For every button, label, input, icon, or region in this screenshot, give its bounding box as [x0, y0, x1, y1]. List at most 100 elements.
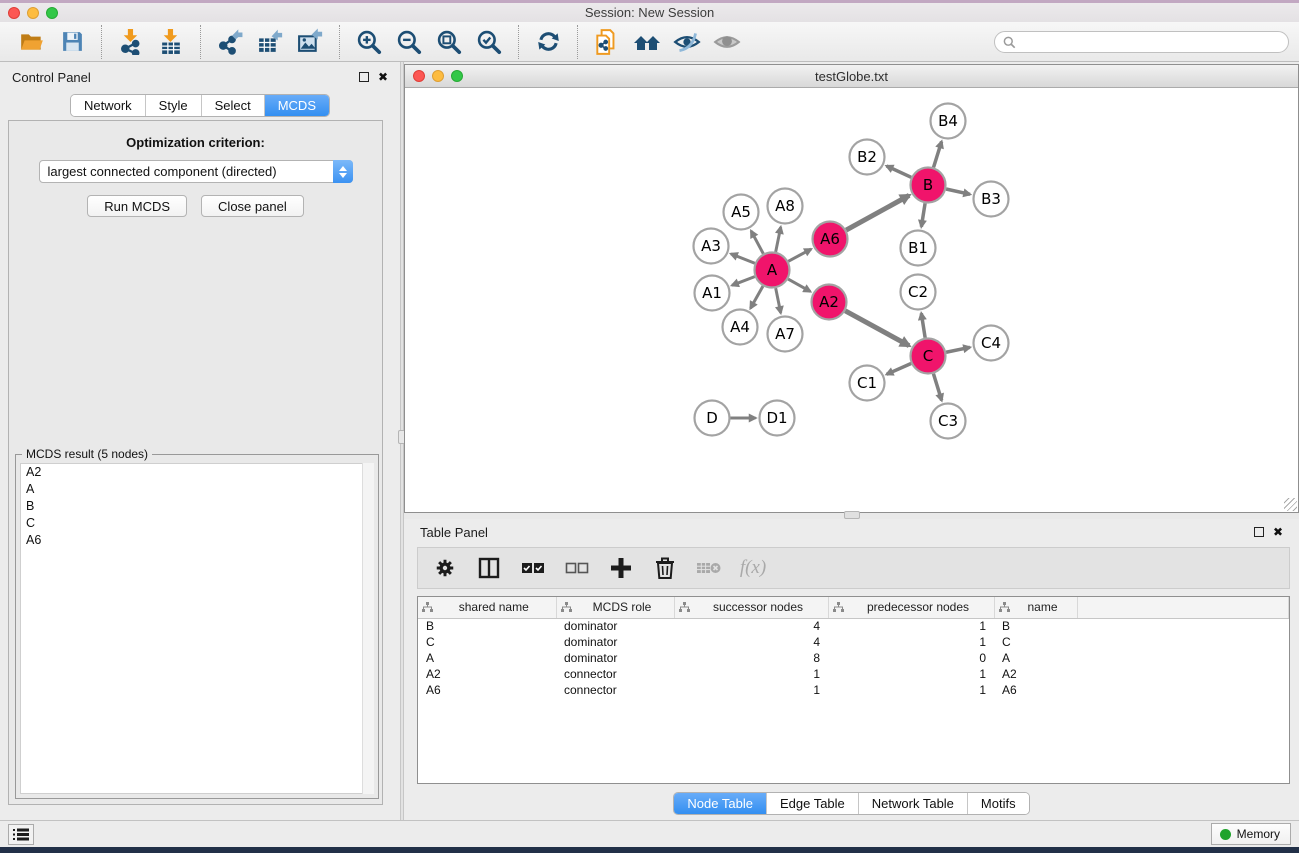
cell[interactable]: connector — [556, 666, 674, 682]
import-table-icon[interactable] — [156, 26, 186, 58]
cell[interactable]: C — [418, 634, 556, 650]
result-item[interactable]: A — [21, 481, 373, 498]
edge-A-A7[interactable] — [776, 288, 781, 313]
edge-A-A4[interactable] — [751, 286, 763, 308]
tab-select[interactable]: Select — [201, 95, 264, 116]
node-A[interactable]: A — [755, 253, 790, 288]
float-table-panel-icon[interactable] — [1254, 527, 1264, 537]
cell[interactable]: C — [994, 634, 1077, 650]
cell[interactable]: A2 — [418, 666, 556, 682]
zoom-fit-icon[interactable] — [434, 26, 464, 58]
save-session-icon[interactable] — [57, 26, 87, 58]
column-header-MCDS-role[interactable]: MCDS role — [556, 597, 674, 618]
add-column-icon[interactable] — [604, 551, 638, 585]
search-input[interactable] — [1021, 35, 1288, 49]
edge-C-C3[interactable] — [933, 374, 941, 401]
node-A8[interactable]: A8 — [768, 189, 803, 224]
node-D1[interactable]: D1 — [760, 401, 795, 436]
result-list-scrollbar[interactable] — [362, 463, 374, 794]
edge-C-C4[interactable] — [946, 347, 970, 352]
cell[interactable]: 1 — [828, 666, 994, 682]
edge-B-B4[interactable] — [934, 142, 942, 168]
close-panel-icon[interactable]: ✖ — [378, 72, 388, 82]
cell[interactable]: 1 — [828, 634, 994, 650]
cell[interactable]: B — [418, 618, 556, 634]
tab-network[interactable]: Network — [71, 95, 145, 116]
cell[interactable]: B — [994, 618, 1077, 634]
cell[interactable]: A6 — [418, 682, 556, 698]
network-close-button[interactable] — [413, 70, 425, 82]
network-maximize-button[interactable] — [451, 70, 463, 82]
node-B4[interactable]: B4 — [931, 104, 966, 139]
node-B[interactable]: B — [911, 168, 946, 203]
run-mcds-button[interactable]: Run MCDS — [87, 195, 187, 217]
task-history-button[interactable] — [8, 824, 34, 845]
node-B1[interactable]: B1 — [901, 231, 936, 266]
select-all-checkboxes-icon[interactable] — [516, 551, 550, 585]
close-panel-button[interactable]: Close panel — [201, 195, 304, 217]
network-canvas[interactable]: B4B2BB3A8A5A6A3B1AC2A1A2A4A7C4CC1C3DD1 — [405, 88, 1298, 512]
maximize-window-button[interactable] — [46, 7, 58, 19]
import-network-icon[interactable] — [116, 26, 146, 58]
node-C3[interactable]: C3 — [931, 404, 966, 439]
cell[interactable]: A — [418, 650, 556, 666]
zoom-in-icon[interactable] — [354, 26, 384, 58]
copy-network-icon[interactable] — [592, 26, 622, 58]
cell[interactable]: 8 — [674, 650, 828, 666]
tab-motifs[interactable]: Motifs — [967, 793, 1029, 814]
cell[interactable]: dominator — [556, 618, 674, 634]
network-minimize-button[interactable] — [432, 70, 444, 82]
cell[interactable]: A2 — [994, 666, 1077, 682]
edge-A-A2[interactable] — [788, 279, 810, 291]
cell[interactable]: 0 — [828, 650, 994, 666]
node-A7[interactable]: A7 — [768, 317, 803, 352]
node-A6[interactable]: A6 — [813, 222, 848, 257]
cell[interactable]: connector — [556, 682, 674, 698]
zoom-selected-icon[interactable] — [474, 26, 504, 58]
edge-B-B2[interactable] — [887, 166, 912, 177]
close-table-panel-icon[interactable]: ✖ — [1273, 527, 1283, 537]
edge-C-C2[interactable] — [921, 313, 925, 337]
result-item[interactable]: A6 — [21, 532, 373, 549]
tab-network-table[interactable]: Network Table — [858, 793, 967, 814]
column-header-predecessor-nodes[interactable]: predecessor nodes — [828, 597, 994, 618]
cell[interactable]: 1 — [828, 682, 994, 698]
edge-B-B3[interactable] — [946, 189, 970, 194]
table-row[interactable]: A6connector11A6 — [418, 682, 1289, 698]
node-A4[interactable]: A4 — [723, 310, 758, 345]
edge-B-B1[interactable] — [921, 203, 925, 226]
edge-A-A5[interactable] — [751, 231, 763, 254]
cell[interactable]: 1 — [828, 618, 994, 634]
cell[interactable]: A — [994, 650, 1077, 666]
criterion-dropdown[interactable]: largest connected component (directed) — [39, 160, 353, 183]
node-B3[interactable]: B3 — [974, 182, 1009, 217]
refresh-view-icon[interactable] — [533, 26, 563, 58]
float-panel-icon[interactable] — [359, 72, 369, 82]
deselect-all-checkboxes-icon[interactable] — [560, 551, 594, 585]
cell[interactable]: dominator — [556, 650, 674, 666]
minimize-window-button[interactable] — [27, 7, 39, 19]
node-A2[interactable]: A2 — [812, 285, 847, 320]
memory-button[interactable]: Memory — [1211, 823, 1291, 845]
zoom-out-icon[interactable] — [394, 26, 424, 58]
edge-A-A6[interactable] — [788, 249, 811, 261]
network-resize-grip[interactable] — [1284, 498, 1297, 511]
cell[interactable]: 1 — [674, 682, 828, 698]
function-builder-icon[interactable]: f(x) — [736, 551, 770, 585]
cell[interactable]: A6 — [994, 682, 1077, 698]
cell[interactable]: 4 — [674, 634, 828, 650]
edge-A-A1[interactable] — [732, 277, 755, 286]
show-graphics-details-icon[interactable] — [712, 26, 742, 58]
node-A1[interactable]: A1 — [695, 276, 730, 311]
level-of-detail-icon[interactable] — [632, 26, 662, 58]
horizontal-splitter-grip[interactable] — [844, 511, 860, 519]
node-C2[interactable]: C2 — [901, 275, 936, 310]
show-columns-icon[interactable] — [472, 551, 506, 585]
cell[interactable]: 1 — [674, 666, 828, 682]
table-row[interactable]: Cdominator41C — [418, 634, 1289, 650]
table-row[interactable]: Adominator80A — [418, 650, 1289, 666]
toolbar-search-field[interactable] — [994, 31, 1289, 53]
tab-node-table[interactable]: Node Table — [674, 793, 766, 814]
close-window-button[interactable] — [8, 7, 20, 19]
node-B2[interactable]: B2 — [850, 140, 885, 175]
